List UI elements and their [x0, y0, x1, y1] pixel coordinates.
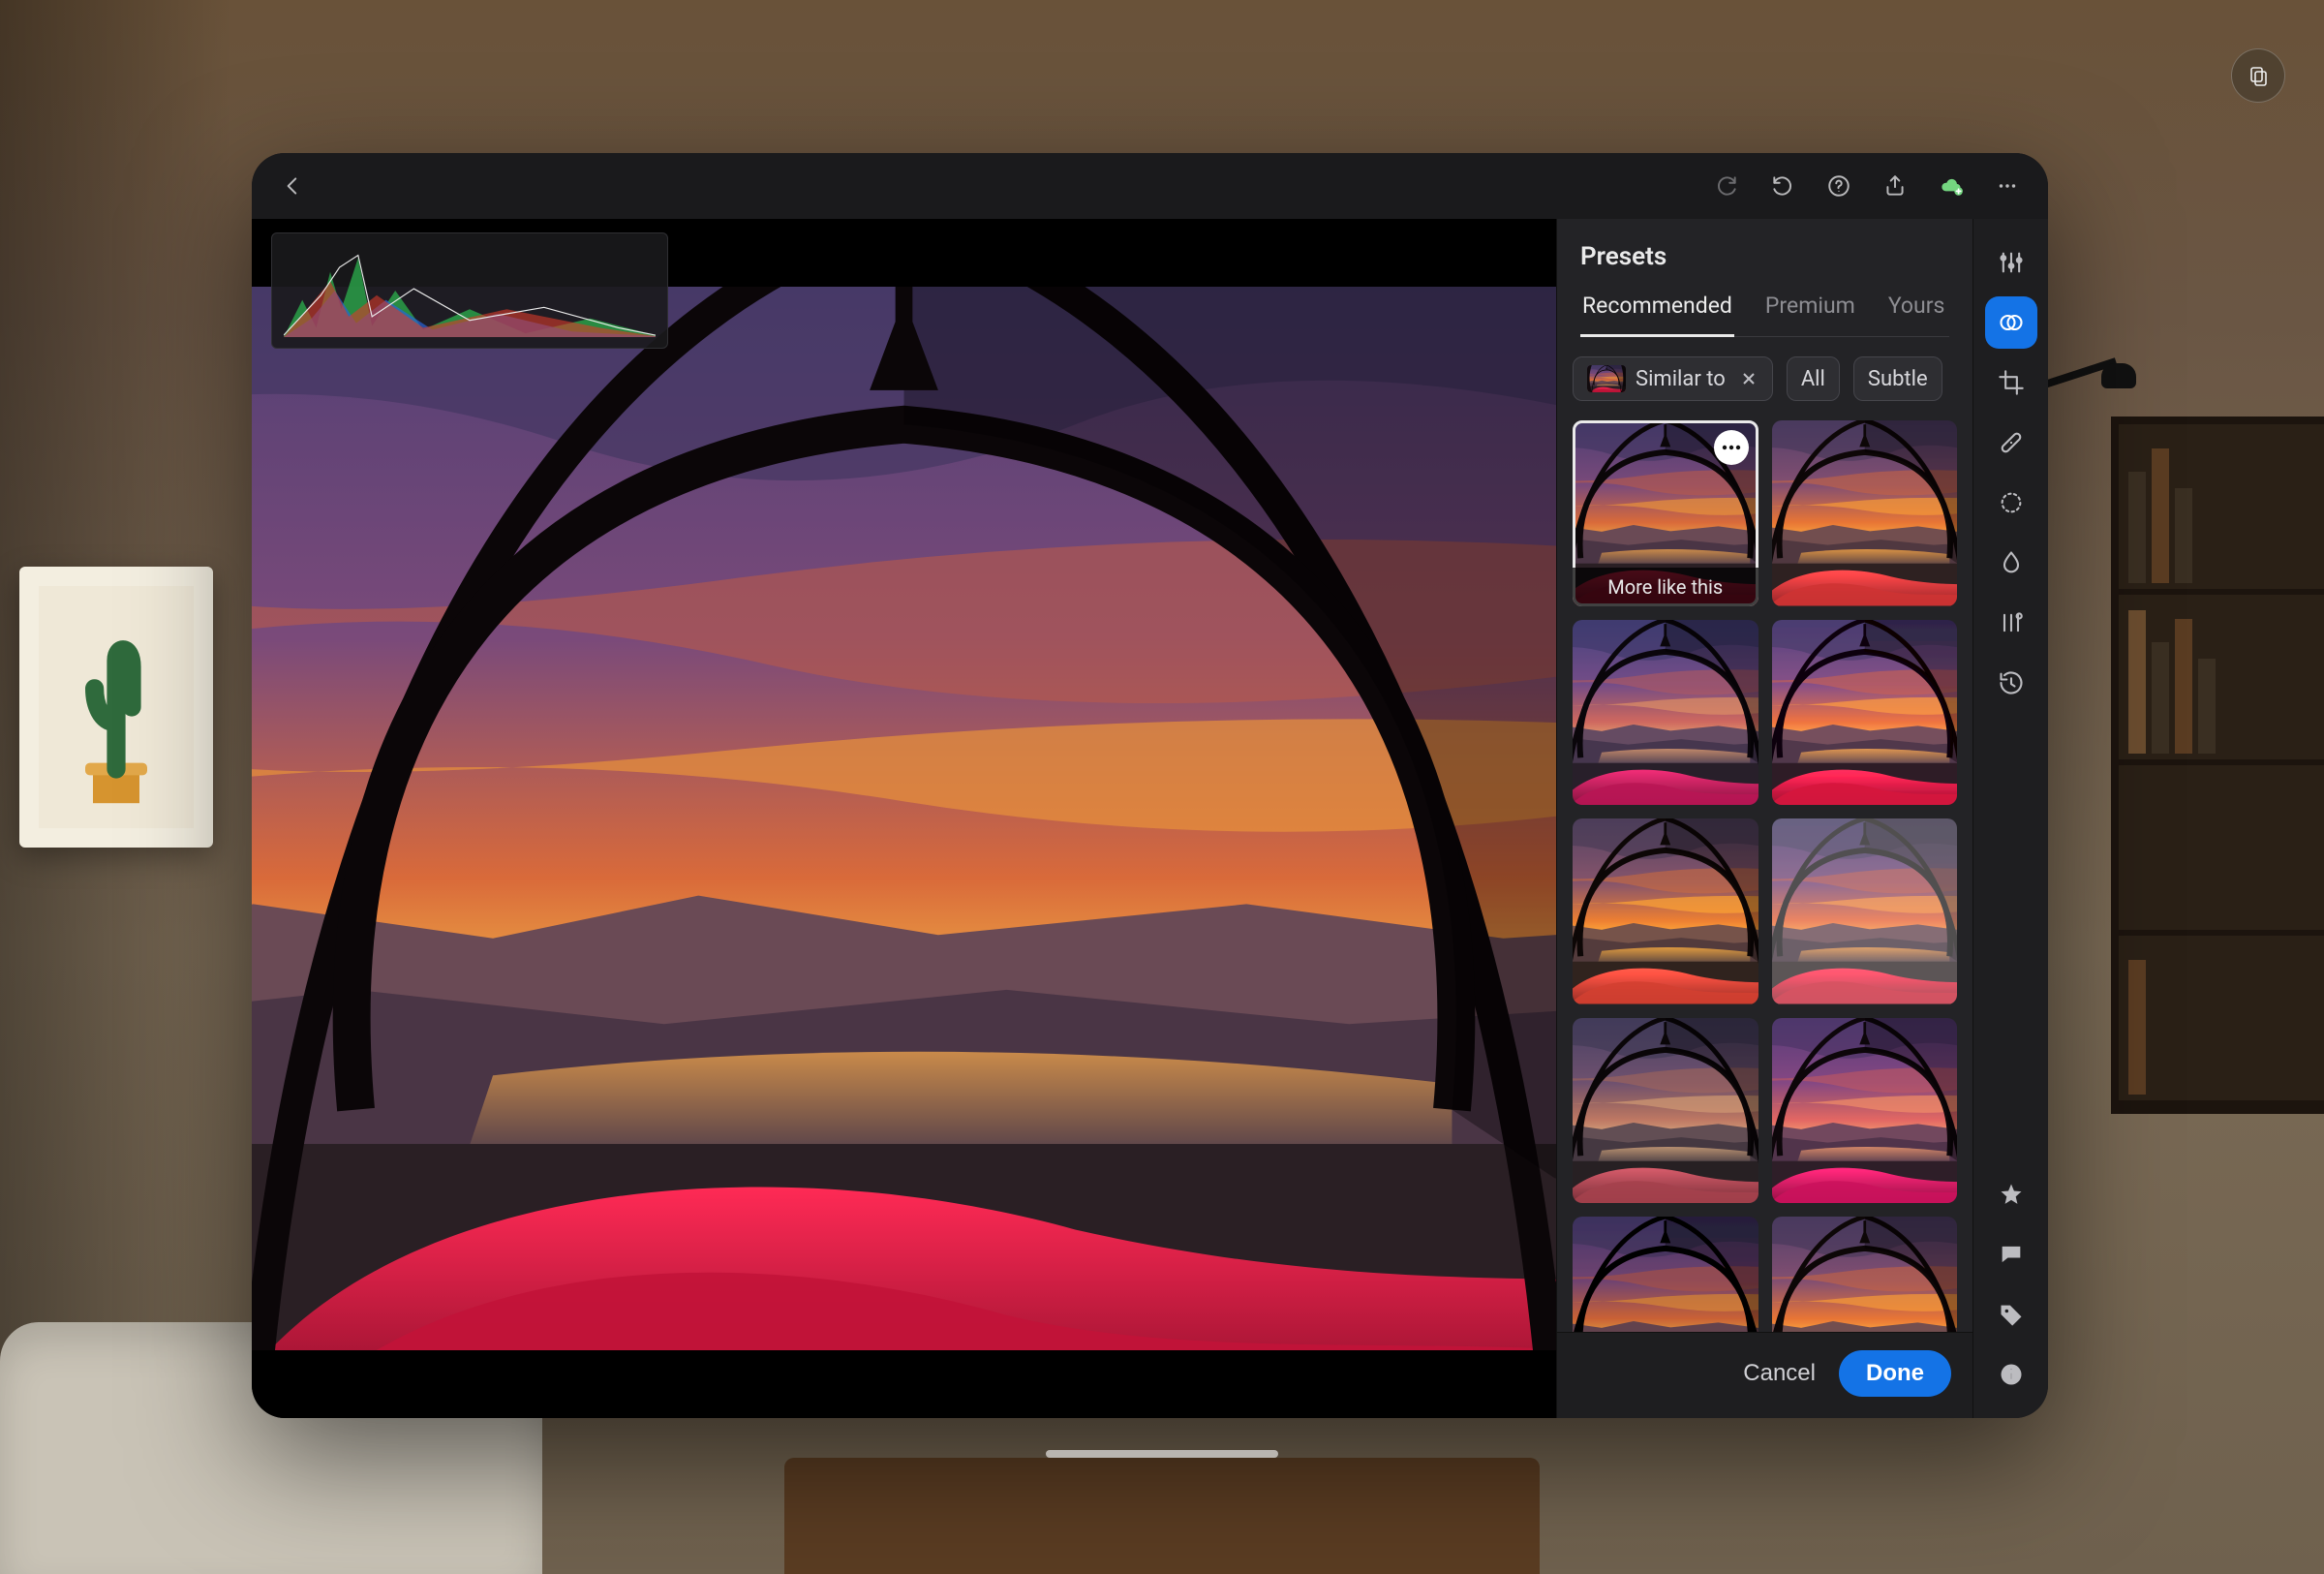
panel-footer: Cancel Done: [1557, 1332, 1972, 1418]
tv-stand: [784, 1458, 1540, 1574]
tag-icon: [1998, 1301, 2025, 1328]
presets-tool[interactable]: [1985, 296, 2037, 349]
preset-item-7[interactable]: [1573, 1018, 1758, 1204]
chip-label: All: [1801, 367, 1825, 391]
back-button[interactable]: [275, 169, 310, 203]
crop-icon: [1998, 369, 2025, 396]
healing-tool[interactable]: [1985, 417, 2037, 469]
crop-tool[interactable]: [1985, 356, 2037, 409]
redo-icon: [1714, 173, 1739, 199]
preset-thumb-icon: [1573, 818, 1758, 1004]
preset-item-1[interactable]: More like this: [1573, 420, 1758, 606]
bandage-icon: [1998, 429, 2025, 456]
masking-tool[interactable]: [1985, 477, 2037, 529]
tab-premium[interactable]: Premium: [1763, 293, 1857, 336]
filter-subtle-chip[interactable]: Subtle: [1853, 356, 1942, 401]
histogram-icon: [284, 241, 656, 340]
preset-item-4[interactable]: [1772, 620, 1958, 806]
versions-tool[interactable]: [1985, 657, 2037, 709]
preset-thumb-icon: [1573, 1018, 1758, 1204]
preset-item-6[interactable]: [1772, 818, 1958, 1004]
star-icon: [1998, 1181, 2025, 1208]
chevron-left-icon: [280, 173, 305, 199]
tab-recommended[interactable]: Recommended: [1580, 293, 1734, 337]
preset-item-2[interactable]: [1772, 420, 1958, 606]
undo-icon: [1770, 173, 1795, 199]
preset-thumb-icon: [1772, 818, 1958, 1004]
photo-canvas[interactable]: [252, 219, 1556, 1418]
preset-item-5[interactable]: [1573, 818, 1758, 1004]
preset-thumb-icon: [1772, 420, 1958, 606]
share-button[interactable]: [1878, 169, 1912, 203]
cancel-button[interactable]: Cancel: [1743, 1360, 1816, 1387]
similar-to-chip[interactable]: Similar to: [1573, 356, 1773, 401]
help-icon: [1826, 173, 1851, 199]
preset-thumb-icon: [1573, 1217, 1758, 1332]
geometry-icon: [1998, 609, 2025, 636]
photo-image-icon: [252, 219, 1556, 1418]
chip-remove-button[interactable]: [1739, 369, 1758, 388]
tool-rail: [1972, 219, 2048, 1418]
more-horizontal-icon: [1995, 173, 2020, 199]
undo-button[interactable]: [1765, 169, 1800, 203]
cloud-sync-button[interactable]: [1934, 169, 1969, 203]
wall-art: [19, 567, 213, 848]
preset-tabs: Recommended Premium Yours: [1580, 293, 1949, 337]
comment-icon: [1998, 1241, 2025, 1268]
bookshelf: [2111, 417, 2324, 1114]
geometry-tool[interactable]: [1985, 597, 2037, 649]
environment-control-button[interactable]: [2231, 48, 2285, 103]
help-button[interactable]: [1821, 169, 1856, 203]
tab-yours[interactable]: Yours: [1886, 293, 1947, 336]
chip-label: Similar to: [1636, 367, 1726, 391]
presets-icon: [1998, 309, 2025, 336]
top-toolbar: [252, 153, 2048, 219]
more-horizontal-icon: [1722, 445, 1741, 450]
chip-thumbnail: [1587, 365, 1626, 392]
keywords-tool[interactable]: [1985, 1288, 2037, 1341]
chip-thumb-icon: [1587, 365, 1626, 392]
layers-icon: [2247, 64, 2270, 87]
preset-filter-row: Similar to All Subtle: [1557, 337, 1972, 420]
preset-item-9[interactable]: [1573, 1217, 1758, 1332]
preset-more-button[interactable]: [1714, 430, 1749, 465]
preset-item-10[interactable]: [1772, 1217, 1958, 1332]
presets-panel: Presets Recommended Premium Yours Simila…: [1556, 219, 1972, 1418]
comments-tool[interactable]: [1985, 1228, 2037, 1281]
panel-title: Presets: [1580, 242, 1949, 271]
info-tool[interactable]: [1985, 1348, 2037, 1401]
preset-label: More like this: [1573, 568, 1758, 606]
preset-thumb-icon: [1772, 620, 1958, 806]
share-icon: [1882, 173, 1908, 199]
redo-button[interactable]: [1709, 169, 1744, 203]
info-icon: [1998, 1361, 2025, 1388]
preset-thumb-icon: [1772, 1018, 1958, 1204]
more-button[interactable]: [1990, 169, 2025, 203]
preset-grid: More like this: [1573, 420, 1957, 1332]
done-button[interactable]: Done: [1839, 1350, 1951, 1397]
droplet-icon: [1998, 549, 2025, 576]
sliders-icon: [1998, 249, 2025, 276]
photo: [252, 219, 1556, 1418]
filter-all-chip[interactable]: All: [1787, 356, 1840, 401]
app-window: Presets Recommended Premium Yours Simila…: [252, 153, 2048, 1418]
preset-item-8[interactable]: [1772, 1018, 1958, 1204]
edit-sliders-tool[interactable]: [1985, 236, 2037, 289]
preset-item-3[interactable]: [1573, 620, 1758, 806]
chip-label: Subtle: [1868, 367, 1928, 391]
red-eye-tool[interactable]: [1985, 537, 2037, 589]
cloud-add-icon: [1939, 173, 1964, 199]
history-icon: [1998, 669, 2025, 696]
close-icon: [1742, 372, 1756, 386]
preset-thumb-icon: [1573, 620, 1758, 806]
cactus-art-icon: [39, 586, 194, 828]
letterbox: [252, 1350, 1556, 1418]
preset-grid-scroll[interactable]: More like this: [1557, 420, 1972, 1332]
rating-tool[interactable]: [1985, 1168, 2037, 1220]
preset-thumb-icon: [1772, 1217, 1958, 1332]
home-indicator[interactable]: [1046, 1450, 1278, 1458]
mask-dotted-icon: [1998, 489, 2025, 516]
histogram[interactable]: [271, 232, 668, 349]
